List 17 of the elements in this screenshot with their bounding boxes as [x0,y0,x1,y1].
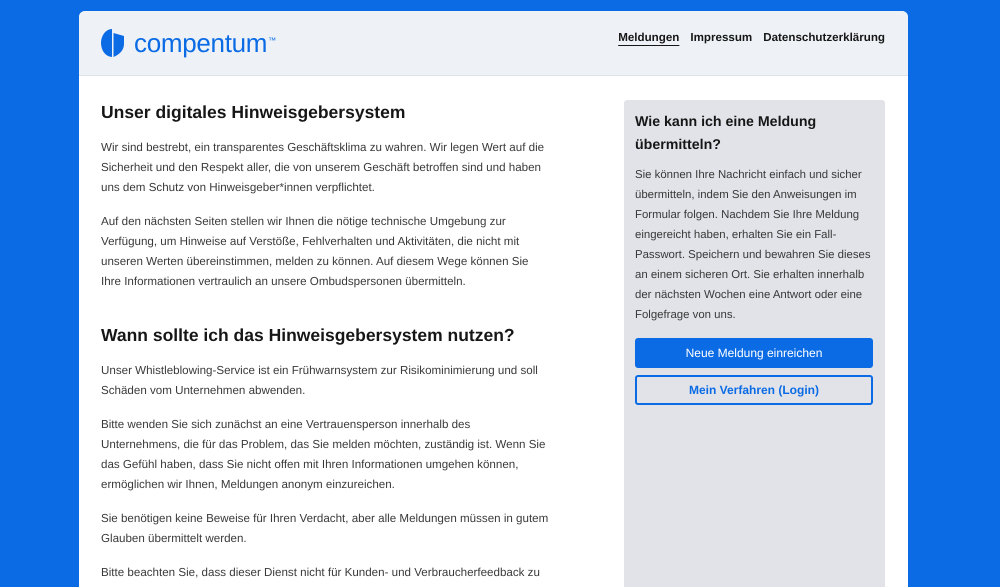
body-paragraph: Bitte wenden Sie sich zunächst an eine Vertrauensperson innerhalb des Unternehmens, die für das Problem, das Sie melden möchten, zuständig ist. Wenn Sie das Gefühl haben, dass Sie nicht offen mit Ihren Informationen umgehen können, ermöglichen wir Ihnen, Meldungen anonym einzureichen. [101,417,546,493]
body-paragraph: Bitte beachten Sie, dass dieser Dienst nicht für Kunden- und Verbraucherfeedback zu [101,565,541,581]
nav-link[interactable]: Impressum [690,30,752,46]
sidebar-text: Sie können Ihre Nachricht einfach und sicher übermitteln, indem Sie den Anweisungen im Formular folgen. Nachdem Sie Ihre Meldung eingereicht haben, erhalten Sie ein Fall-Passwort. Speichern und bewahren Sie dieses an einem sicheren Ort. Sie erhalten innerhalb der nächsten Wochen eine Antwort oder eine Folgefrage von uns. [635,168,872,323]
submit-report-button[interactable]: Neue Meldung einreichen [635,338,873,368]
logo-icon [101,28,124,58]
nav-link[interactable]: Meldungen [618,30,680,46]
body-paragraph: Wir sind bestrebt, ein transparentes Geschäftsklima zu wahren. Wir legen Wert auf die Sicherheit und den Respekt aller, die von unserem Geschäft betroffen sind und haben uns dem Schutz von Hinweisgeber*innen verpflichtet. [101,140,546,196]
section-heading: Wann sollte ich das Hinweisgebersystem nutzen? [101,324,516,347]
body-paragraph: Unser Whistleblowing-Service ist ein Frühwarnsystem zur Risikominimierung und soll Schäden vom Unternehmen abwenden. [101,363,539,399]
brand-wordmark: compentum$^{™}$ [134,28,276,58]
login-button[interactable]: Mein Verfahren (Login) [635,375,873,405]
body-paragraph: Auf den nächsten Seiten stellen wir Ihnen die nötige technische Umgebung zur Verfügung, um Hinweise auf Verstöße, Fehlverhalten und Aktivitäten, die nicht mit unseren Werten übereinstimmen, melden zu können. Auf diesem Wege können Sie Ihre Informationen vertraulich an unsere Ombudspersonen übermitteln. [101,214,530,290]
section-heading: Unser digitales Hinweisgebersystem [101,101,406,124]
sidebar-heading: Wie kann ich eine Meldung übermitteln? [635,113,818,155]
nav-link[interactable]: Datenschutzerklärung [763,30,885,46]
body-paragraph: Sie benötigen keine Beweise für Ihren Verdacht, aber alle Meldungen müssen in gutem Glauben übermittelt werden. [101,511,550,547]
